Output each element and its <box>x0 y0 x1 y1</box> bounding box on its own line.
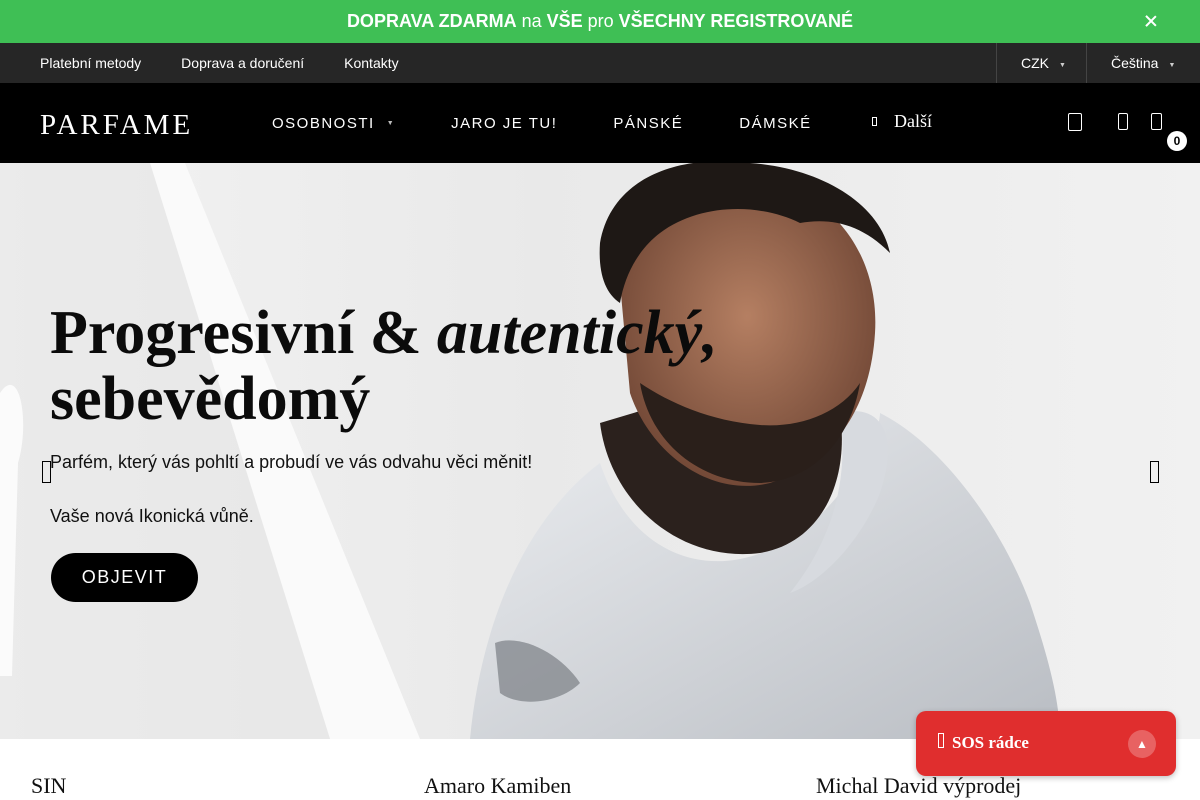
cart-count-badge: 0 <box>1167 131 1187 151</box>
nav-items: OSOBNOSTI ▼ JARO JE TU! PÁNSKÉ DÁMSKÉ <box>272 83 812 163</box>
promo-text-3: VŠE <box>546 11 583 31</box>
more-label: Další <box>894 111 932 131</box>
nav-item-label: OSOBNOSTI <box>272 114 375 132</box>
nav-item-label: PÁNSKÉ <box>613 114 684 132</box>
chat-icon <box>938 733 944 748</box>
logo[interactable]: PARFAME <box>40 109 193 142</box>
currency-select[interactable]: CZK ▼ <box>996 43 1086 83</box>
currency-value: CZK <box>1021 55 1049 71</box>
hero-title-part-3: sebevědomý <box>50 365 371 433</box>
chevron-down-icon: ▼ <box>386 119 396 127</box>
cart-icon[interactable] <box>1151 113 1162 130</box>
category-amaro-kamiben[interactable]: Amaro Kamiben <box>424 773 571 799</box>
category-sin[interactable]: SIN <box>31 773 66 799</box>
hero-subtitle: Parfém, který vás pohltí a probudí ve vá… <box>50 452 533 472</box>
link-payment-methods[interactable]: Platební metody <box>40 55 141 71</box>
promo-bar: DOPRAVA ZDARMA na VŠE pro VŠECHNY REGIST… <box>0 0 1200 43</box>
promo-text-5: VŠECHNY REGISTROVANÉ <box>618 11 854 31</box>
discover-button[interactable]: OBJEVIT <box>51 553 198 602</box>
chevron-down-icon: ▼ <box>1059 61 1066 69</box>
chevron-up-icon[interactable]: ▲ <box>1128 730 1156 758</box>
nav-item-label: DÁMSKÉ <box>739 114 812 132</box>
main-nav: PARFAME OSOBNOSTI ▼ JARO JE TU! PÁNSKÉ D… <box>0 83 1200 163</box>
hero-title: Progresivní & autentický, sebevědomý <box>50 300 718 432</box>
hero-subtitle-2: Vaše nová Ikonická vůně. <box>50 506 254 526</box>
hero-title-part-1: Progresivní & <box>50 299 437 367</box>
link-shipping[interactable]: Doprava a doručení <box>181 55 304 71</box>
hero-title-part-2: autentický, <box>436 299 718 367</box>
search-icon[interactable] <box>1068 113 1082 131</box>
nav-item-panske[interactable]: PÁNSKÉ <box>613 115 683 132</box>
utility-bar: Platební metody Doprava a doručení Konta… <box>0 43 1200 83</box>
hero-image <box>0 163 1200 739</box>
promo-text-1: DOPRAVA ZDARMA <box>346 11 517 31</box>
nav-item-jaro[interactable]: JARO JE TU! <box>451 115 557 132</box>
close-icon[interactable] <box>1142 12 1160 30</box>
language-select[interactable]: Čeština ▼ <box>1086 43 1200 83</box>
menu-icon <box>872 117 877 126</box>
chevron-left-icon[interactable] <box>42 461 51 483</box>
chevron-right-icon[interactable] <box>1150 461 1159 483</box>
user-icon[interactable] <box>1118 113 1128 130</box>
nav-item-osobnosti[interactable]: OSOBNOSTI ▼ <box>272 115 395 132</box>
sos-advisor-widget[interactable]: SOS rádce ▲ <box>916 711 1176 776</box>
link-contacts[interactable]: Kontakty <box>344 55 398 71</box>
nav-item-label: JARO JE TU! <box>451 114 558 132</box>
sos-label: SOS rádce <box>952 733 1029 752</box>
language-value: Čeština <box>1111 55 1159 71</box>
category-michal-david[interactable]: Michal David výprodej <box>816 773 1021 799</box>
more-menu[interactable]: Další <box>872 111 932 132</box>
hero-banner: Progresivní & autentický, sebevědomý Par… <box>0 163 1200 739</box>
nav-item-damske[interactable]: DÁMSKÉ <box>739 115 811 132</box>
chevron-down-icon: ▼ <box>1168 61 1176 69</box>
promo-text-4: pro <box>587 11 614 31</box>
promo-text-2: na <box>521 11 542 31</box>
utility-links: Platební metody Doprava a doručení Konta… <box>40 43 439 83</box>
